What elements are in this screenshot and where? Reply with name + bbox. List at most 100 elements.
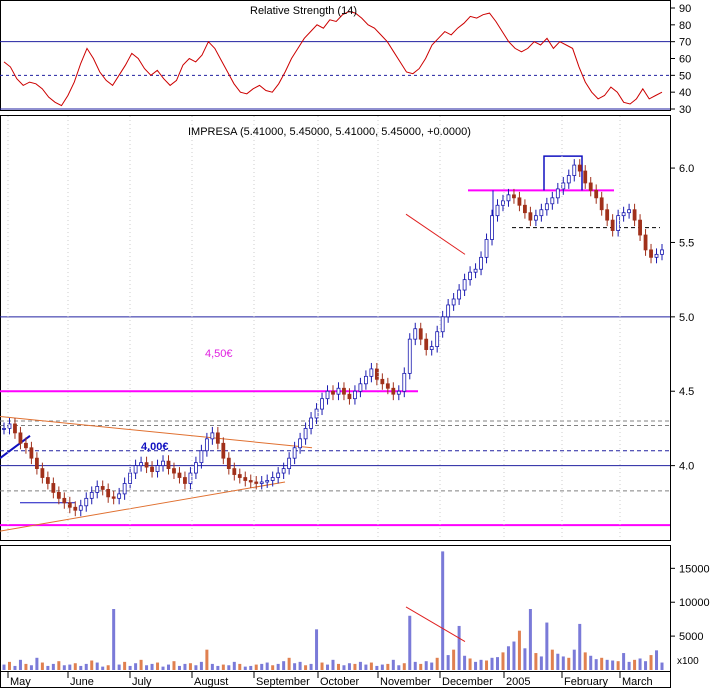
volume-bar <box>139 659 143 670</box>
stock-chart: 30 40 50 60 70 80 90 4.0 4.5 5.0 5.5 6.0 5000 10000 15… <box>0 0 710 688</box>
volume-bar <box>496 657 499 670</box>
candle-body <box>259 481 264 484</box>
volume-bar <box>364 664 368 670</box>
rsi-y-tick-label: 80 <box>679 20 691 32</box>
volume-bar <box>13 665 17 670</box>
candle-body <box>325 390 330 400</box>
volume-bar <box>188 663 192 670</box>
volume-bar <box>638 658 642 670</box>
candle-body <box>572 164 577 176</box>
candle-body <box>150 466 154 472</box>
candle-body <box>555 188 560 199</box>
volume-bar <box>309 663 313 670</box>
volume-bar <box>402 663 406 670</box>
volume-bar <box>441 551 445 670</box>
rsi-layer <box>0 10 670 110</box>
annotation-450: 4,50€ <box>205 348 233 360</box>
candle-body <box>528 212 533 221</box>
volume-bar <box>561 656 565 670</box>
volume-bar <box>161 666 165 670</box>
volume-bar <box>452 649 456 670</box>
candle-body <box>155 465 160 472</box>
candle-body <box>512 194 516 199</box>
volume-bar <box>24 663 28 670</box>
volume-bar <box>600 657 604 670</box>
candle-body <box>418 328 423 340</box>
volume-bar <box>79 665 83 670</box>
volume-bar <box>528 609 532 670</box>
price-y-tick-label: 4.5 <box>679 386 694 398</box>
volume-bar <box>7 661 11 670</box>
volume-bar <box>29 665 33 670</box>
candle-body <box>84 497 89 507</box>
candle-body <box>588 182 593 191</box>
candle-body <box>270 477 275 481</box>
axis-layer: 30 40 50 60 70 80 90 4.0 4.5 5.0 5.5 6.0 5000 10000 15… <box>7 3 710 688</box>
price-y-tick-label: 5.0 <box>679 312 694 324</box>
candle-body <box>429 346 434 350</box>
volume-bar <box>649 655 653 670</box>
candle-body <box>29 447 34 459</box>
volume-bar <box>523 648 527 670</box>
candle-body <box>62 497 67 504</box>
volume-bar <box>46 665 50 670</box>
candle-body <box>210 432 215 440</box>
candle-body <box>320 398 324 410</box>
volume-bar <box>419 663 423 670</box>
volume-bar <box>57 661 61 670</box>
volume-bar <box>210 663 214 670</box>
volume-bar <box>18 659 22 670</box>
candle-body <box>605 209 610 221</box>
candle-body <box>67 502 72 508</box>
candle-body <box>177 472 182 478</box>
rsi-y-tick-label: 30 <box>679 104 691 116</box>
candle-body <box>380 378 385 385</box>
candle-body <box>226 457 231 469</box>
volume-bar <box>490 657 494 670</box>
candle-body <box>490 215 494 240</box>
volume-bar <box>627 661 631 670</box>
rsi-y-tick-label: 50 <box>679 70 691 82</box>
candle-body <box>660 249 664 255</box>
volume-bar <box>320 662 324 670</box>
volume-bar <box>501 652 505 670</box>
candle-body <box>353 390 357 400</box>
candle-body <box>276 472 281 478</box>
candle-body <box>517 197 522 206</box>
volume-bar <box>342 665 346 670</box>
candle-body <box>254 481 259 484</box>
volume-bar <box>578 623 582 670</box>
candle-body <box>550 197 555 205</box>
volume-bar <box>194 665 198 670</box>
volume-bar <box>660 662 664 670</box>
month-label: March <box>622 676 653 688</box>
volume-bar <box>512 641 516 670</box>
volume-bar <box>304 665 308 670</box>
volume-bar <box>331 659 335 670</box>
volume-bar <box>293 663 297 670</box>
volume-panel-frame <box>0 545 671 672</box>
volume-bar <box>84 663 88 670</box>
volume-bar <box>474 661 478 670</box>
rsi-y-tick-label: 40 <box>679 87 691 99</box>
price-y-tick-label: 6.0 <box>679 163 694 175</box>
volume-bar <box>156 662 160 670</box>
volume-bar <box>287 657 291 670</box>
volume-bar <box>463 655 467 670</box>
candle-body <box>122 483 127 495</box>
rsi-y-tick-label: 70 <box>679 37 691 49</box>
volume-bar <box>550 649 554 670</box>
volume-bar <box>106 665 110 670</box>
volume-layer <box>2 551 664 670</box>
volume-bar <box>271 665 275 670</box>
candle-body <box>18 432 23 444</box>
volume-bar <box>254 664 258 670</box>
candle-body <box>627 209 631 214</box>
candle-body <box>56 491 61 499</box>
volume-bar <box>567 657 571 670</box>
volume-bar <box>51 663 55 670</box>
candle-body <box>188 472 193 484</box>
volume-bar <box>534 653 538 670</box>
support-trendline <box>0 481 286 532</box>
volume-bar <box>68 664 72 670</box>
